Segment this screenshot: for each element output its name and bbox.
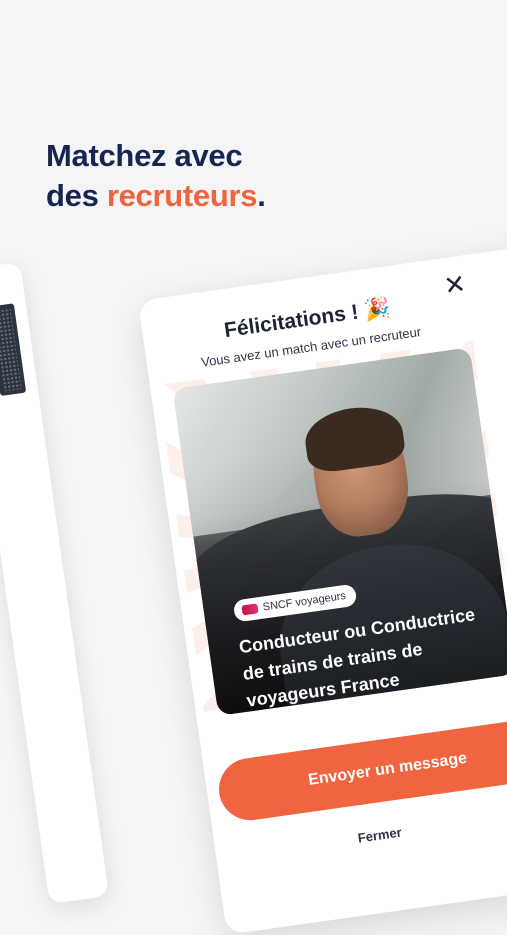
headline: Matchez avec des recruteurs. (46, 136, 266, 216)
headline-accent: recruteurs (106, 178, 258, 213)
sncf-logo-icon (241, 603, 259, 616)
previous-card-preview (0, 262, 110, 905)
card-preview-image (0, 303, 27, 397)
match-modal: ✕ Félicitations ! 🎉 Vous avez un match a… (138, 245, 507, 935)
headline-line-2: des recruteurs. (46, 176, 266, 216)
headline-suffix: . (257, 178, 266, 213)
party-popper-icon: 🎉 (362, 296, 392, 323)
headline-line-1: Matchez avec (46, 138, 243, 173)
job-photo-card[interactable]: SNCF voyageurs Conducteur ou Conductrice… (172, 347, 507, 716)
headline-prefix: des (46, 178, 107, 213)
send-message-button[interactable]: Envoyer un message (215, 715, 507, 825)
